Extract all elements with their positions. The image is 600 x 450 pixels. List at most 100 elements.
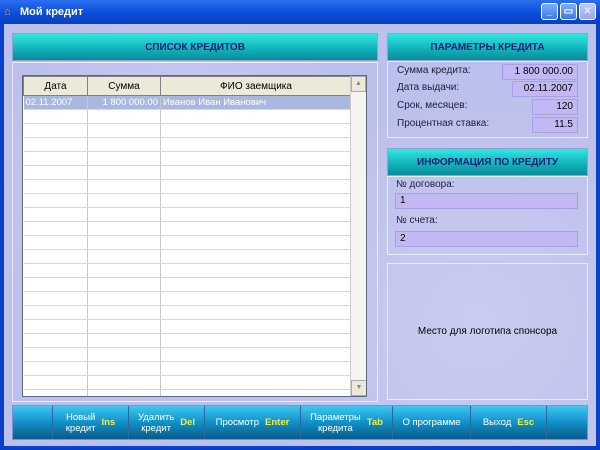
empty-cell <box>160 305 352 320</box>
column-sum[interactable]: Сумма <box>87 76 161 96</box>
button-label: Выход <box>482 417 512 428</box>
empty-table-row[interactable] <box>23 151 352 166</box>
empty-table-row[interactable] <box>23 319 352 334</box>
empty-cell <box>23 137 88 152</box>
empty-cell <box>23 361 88 376</box>
button-label: О программе <box>402 417 461 428</box>
vertical-scrollbar[interactable]: ▲ ▼ <box>350 76 366 396</box>
empty-cell <box>87 151 161 166</box>
empty-table-row[interactable] <box>23 109 352 124</box>
shortcut-key: Del <box>180 417 196 428</box>
window-title: Мой кредит <box>20 6 84 18</box>
empty-cell <box>87 123 161 138</box>
empty-cell <box>23 389 88 396</box>
empty-table-row[interactable] <box>23 193 352 208</box>
empty-cell <box>87 221 161 236</box>
scroll-up-icon[interactable]: ▲ <box>351 76 366 92</box>
empty-table-row[interactable] <box>23 361 352 376</box>
empty-cell <box>23 319 88 334</box>
table-row[interactable]: 02.11.2007 1 800 000.00 Иванов Иван Иван… <box>23 95 352 110</box>
empty-cell <box>87 207 161 222</box>
maximize-button[interactable]: ▭ <box>560 3 577 20</box>
empty-cell <box>23 333 88 348</box>
minimize-button[interactable]: _ <box>541 3 558 20</box>
empty-table-row[interactable] <box>23 221 352 236</box>
empty-cell <box>160 375 352 390</box>
empty-table-row[interactable] <box>23 375 352 390</box>
button-label: Просмотр <box>215 417 260 428</box>
button-label: кредита <box>317 422 353 434</box>
credit-params-button[interactable]: Параметры кредита Tab <box>301 406 393 439</box>
empty-table-row[interactable] <box>23 249 352 264</box>
exit-button[interactable]: Выход Esc <box>471 406 547 439</box>
empty-cell <box>87 179 161 194</box>
credit-table[interactable]: Дата Сумма ФИО заемщика 02.11.2007 1 800… <box>22 75 367 397</box>
empty-cell <box>87 305 161 320</box>
empty-cell <box>87 193 161 208</box>
empty-table-row[interactable] <box>23 347 352 362</box>
empty-table-row[interactable] <box>23 235 352 250</box>
account-field[interactable]: 2 <box>395 231 578 247</box>
empty-cell <box>87 277 161 292</box>
empty-cell <box>160 319 352 334</box>
empty-table-row[interactable] <box>23 179 352 194</box>
empty-table-row[interactable] <box>23 277 352 292</box>
empty-cell <box>23 347 88 362</box>
empty-cell <box>23 221 88 236</box>
empty-table-row[interactable] <box>23 165 352 180</box>
button-label: Удалить <box>137 411 175 423</box>
empty-cell <box>23 109 88 124</box>
empty-cell <box>160 333 352 348</box>
sponsor-text: Место для логотипа спонсора <box>417 326 558 337</box>
sponsor-logo-area: Место для логотипа спонсора <box>387 263 588 400</box>
empty-cell <box>23 235 88 250</box>
empty-table-row[interactable] <box>23 305 352 320</box>
empty-cell <box>23 151 88 166</box>
empty-cell <box>87 389 161 396</box>
empty-table-row[interactable] <box>23 263 352 278</box>
empty-cell <box>160 263 352 278</box>
empty-table-row[interactable] <box>23 291 352 306</box>
empty-cell <box>23 249 88 264</box>
empty-cell <box>87 137 161 152</box>
date-value: 02.11.2007 <box>512 81 578 97</box>
button-label: Новый <box>65 411 96 423</box>
empty-cell <box>23 179 88 194</box>
scroll-down-icon[interactable]: ▼ <box>351 380 366 396</box>
shortcut-key: Tab <box>366 417 383 428</box>
close-button[interactable]: ✕ <box>579 3 596 20</box>
empty-cell <box>87 249 161 264</box>
cell-name: Иванов Иван Иванович <box>160 95 352 110</box>
toolbar-spacer <box>13 406 53 439</box>
contract-field[interactable]: 1 <box>395 193 578 209</box>
empty-cell <box>87 319 161 334</box>
column-name[interactable]: ФИО заемщика <box>160 76 352 96</box>
rate-label: Процентная ставка: <box>397 118 490 129</box>
params-header: ПАРАМЕТРЫ КРЕДИТА <box>387 33 588 61</box>
empty-table-row[interactable] <box>23 123 352 138</box>
about-button[interactable]: О программе <box>393 406 471 439</box>
empty-table-row[interactable] <box>23 333 352 348</box>
empty-cell <box>87 165 161 180</box>
empty-cell <box>160 361 352 376</box>
amount-value: 1 800 000.00 <box>502 64 578 80</box>
empty-table-row[interactable] <box>23 389 352 396</box>
empty-cell <box>160 123 352 138</box>
empty-table-row[interactable] <box>23 207 352 222</box>
empty-cell <box>160 109 352 124</box>
column-date[interactable]: Дата <box>23 76 88 96</box>
empty-cell <box>23 375 88 390</box>
button-label: кредит <box>141 422 171 434</box>
view-button[interactable]: Просмотр Enter <box>205 406 301 439</box>
delete-credit-button[interactable]: Удалить кредит Del <box>129 406 205 439</box>
new-credit-button[interactable]: Новый кредит Ins <box>53 406 129 439</box>
empty-cell <box>23 165 88 180</box>
empty-cell <box>23 123 88 138</box>
empty-cell <box>160 389 352 396</box>
empty-cell <box>160 179 352 194</box>
rate-value: 11.5 <box>532 117 578 133</box>
empty-cell <box>160 207 352 222</box>
empty-cell <box>23 193 88 208</box>
empty-table-row[interactable] <box>23 137 352 152</box>
